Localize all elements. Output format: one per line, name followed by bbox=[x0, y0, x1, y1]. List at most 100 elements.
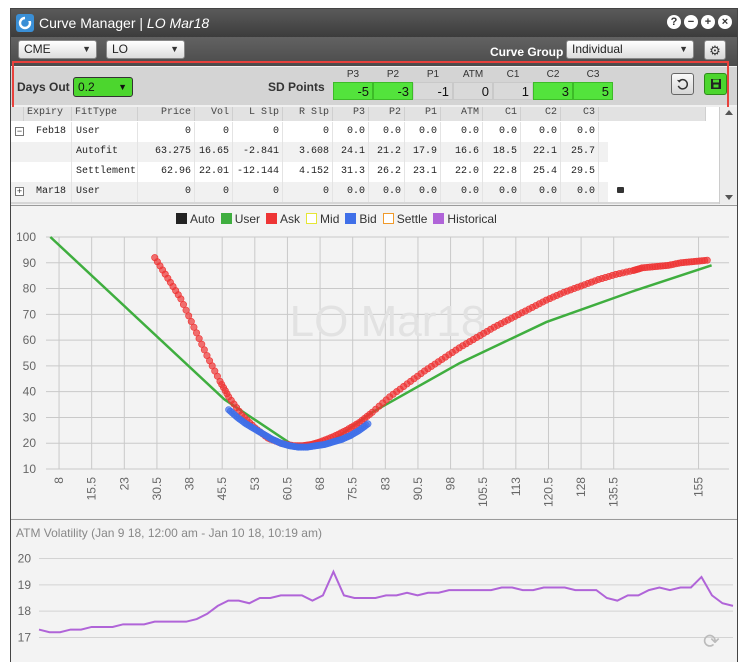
x-tick-label: 23 bbox=[117, 477, 131, 491]
table-cell[interactable]: 0 bbox=[138, 182, 195, 202]
table-cell[interactable]: 21.2 bbox=[369, 142, 405, 162]
sd-point-value[interactable]: 3 bbox=[533, 82, 573, 100]
table-header-cell[interactable]: C3 bbox=[561, 107, 599, 121]
table-cell[interactable]: 22.8 bbox=[483, 162, 521, 182]
save-button[interactable] bbox=[704, 73, 727, 95]
table-cell[interactable]: 0.0 bbox=[405, 182, 441, 202]
table-header-cell[interactable]: L Slp bbox=[233, 107, 283, 121]
collapse-icon[interactable]: − bbox=[15, 127, 24, 136]
table-header-cell[interactable]: C1 bbox=[483, 107, 521, 121]
expand-icon[interactable]: + bbox=[15, 187, 24, 196]
legend-item-ask[interactable]: Ask bbox=[266, 212, 300, 226]
table-cell[interactable]: 31.3 bbox=[333, 162, 369, 182]
table-cell[interactable]: -2.841 bbox=[233, 142, 283, 162]
table-cell[interactable]: 16.65 bbox=[195, 142, 233, 162]
days-out-select[interactable]: 0.2 ▼ bbox=[73, 77, 133, 97]
sd-point-value[interactable]: 1 bbox=[493, 82, 533, 100]
table-cell[interactable]: 0.0 bbox=[561, 122, 599, 142]
window-title: Curve Manager | LO Mar18 bbox=[39, 15, 209, 31]
table-cell[interactable]: 0.0 bbox=[369, 182, 405, 202]
table-cell[interactable]: 0.0 bbox=[521, 122, 561, 142]
table-cell[interactable]: 22.1 bbox=[521, 142, 561, 162]
table-cell[interactable]: 23.1 bbox=[405, 162, 441, 182]
table-hscroll[interactable] bbox=[11, 202, 719, 204]
settings-button[interactable]: ⚙ bbox=[704, 40, 726, 60]
table-cell[interactable]: 0 bbox=[233, 122, 283, 142]
table-cell[interactable]: 63.275 bbox=[138, 142, 195, 162]
sd-point-value[interactable]: -1 bbox=[413, 82, 453, 100]
table-cell[interactable]: 0.0 bbox=[405, 122, 441, 142]
x-tick-label: 15.5 bbox=[85, 477, 99, 501]
table-header-cell[interactable]: R Slp bbox=[283, 107, 333, 121]
sd-point-value[interactable]: 5 bbox=[573, 82, 613, 100]
table-cell[interactable]: 62.96 bbox=[138, 162, 195, 182]
reset-button[interactable] bbox=[671, 73, 694, 95]
table-cell[interactable]: 0.0 bbox=[441, 182, 483, 202]
table-cell[interactable]: 0.0 bbox=[561, 182, 599, 202]
table-header-cell[interactable]: ATM bbox=[441, 107, 483, 121]
legend-item-mid[interactable]: Mid bbox=[306, 212, 339, 226]
table-cell[interactable]: 0.0 bbox=[483, 122, 521, 142]
table-cell[interactable]: 0 bbox=[283, 182, 333, 202]
product-select[interactable]: LO ▼ bbox=[106, 40, 185, 59]
table-cell[interactable]: 4.152 bbox=[283, 162, 333, 182]
table-cell[interactable]: 0 bbox=[195, 122, 233, 142]
table-cell[interactable]: 29.5 bbox=[561, 162, 599, 182]
table-cell[interactable]: 25.4 bbox=[521, 162, 561, 182]
table-cell[interactable]: 0.0 bbox=[333, 122, 369, 142]
table-cell[interactable]: 3.608 bbox=[283, 142, 333, 162]
table-header-cell[interactable]: P3 bbox=[333, 107, 369, 121]
table-cell[interactable]: 26.2 bbox=[369, 162, 405, 182]
table-cell[interactable]: 24.1 bbox=[333, 142, 369, 162]
legend-item-settle[interactable]: Settle bbox=[382, 212, 427, 226]
sd-point-value[interactable]: -3 bbox=[373, 82, 413, 100]
exchange-select[interactable]: CME ▼ bbox=[18, 40, 97, 59]
table-cell[interactable]: -12.144 bbox=[233, 162, 283, 182]
scroll-up-icon[interactable] bbox=[725, 110, 733, 115]
legend-item-auto[interactable]: Auto bbox=[176, 212, 215, 226]
minimize-icon[interactable]: − bbox=[684, 15, 698, 29]
table-cell[interactable]: 0 bbox=[138, 122, 195, 142]
close-icon[interactable]: × bbox=[718, 15, 732, 29]
table-cell[interactable]: 22.0 bbox=[441, 162, 483, 182]
refresh-icon[interactable]: ⟳ bbox=[703, 629, 720, 654]
table-cell[interactable]: 18.5 bbox=[483, 142, 521, 162]
help-icon[interactable]: ? bbox=[667, 15, 681, 29]
table-cell[interactable]: 17.9 bbox=[405, 142, 441, 162]
table-header-cell[interactable]: C2 bbox=[521, 107, 561, 121]
table-cell[interactable]: 0.0 bbox=[369, 122, 405, 142]
table-cell[interactable]: 0.0 bbox=[483, 182, 521, 202]
volatility-smile-chart[interactable]: 10 20 30 40 50 60 70 80 90 100 8 15.5 23 30.5 38 45.5 53… bbox=[11, 206, 737, 519]
y-tick-label: 70 bbox=[23, 307, 37, 321]
table-scrollbar[interactable] bbox=[719, 107, 737, 204]
atm-volatility-chart[interactable]: 17 18 19 20 bbox=[11, 520, 737, 663]
table-cell[interactable]: 0.0 bbox=[441, 122, 483, 142]
table-cell[interactable]: 25.7 bbox=[561, 142, 599, 162]
maximize-icon[interactable]: + bbox=[701, 15, 715, 29]
table-header-cell[interactable]: FitType bbox=[72, 107, 138, 121]
table-cell[interactable]: 0.0 bbox=[521, 182, 561, 202]
table-header-cell[interactable]: Expiry bbox=[24, 107, 72, 121]
table-cell[interactable]: 22.01 bbox=[195, 162, 233, 182]
table-cell[interactable]: 0 bbox=[195, 182, 233, 202]
legend-item-bid[interactable]: Bid bbox=[345, 212, 377, 226]
lock-icon bbox=[617, 187, 624, 193]
scroll-down-icon[interactable] bbox=[725, 195, 733, 200]
chart-legend: Auto User Ask Mid Bid Settle Historical bbox=[176, 212, 503, 226]
table-header-cell[interactable]: Vol bbox=[195, 107, 233, 121]
table-cell[interactable]: 0 bbox=[233, 182, 283, 202]
title-bar[interactable]: Curve Manager | LO Mar18 ? − + × bbox=[11, 9, 737, 37]
sd-point-value[interactable]: 0 bbox=[453, 82, 493, 100]
table-cell[interactable]: 0 bbox=[283, 122, 333, 142]
table-header-cell[interactable]: P1 bbox=[405, 107, 441, 121]
table-header-cell[interactable]: P2 bbox=[369, 107, 405, 121]
exchange-value: CME bbox=[24, 42, 51, 56]
table-header-cell[interactable]: Price bbox=[138, 107, 195, 121]
table-cell[interactable]: 0.0 bbox=[333, 182, 369, 202]
table-cell: User bbox=[72, 122, 138, 142]
legend-item-user[interactable]: User bbox=[220, 212, 260, 226]
curve-group-select[interactable]: Individual ▼ bbox=[566, 40, 694, 59]
sd-point-value[interactable]: -5 bbox=[333, 82, 373, 100]
table-cell[interactable]: 16.6 bbox=[441, 142, 483, 162]
legend-item-historical[interactable]: Historical bbox=[433, 212, 497, 226]
